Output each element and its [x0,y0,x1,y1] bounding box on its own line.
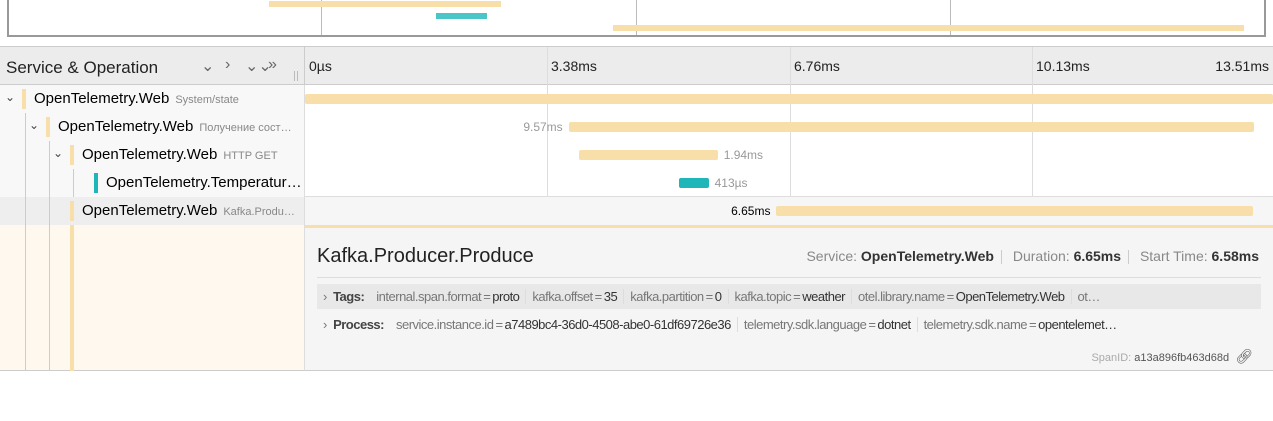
chevron-right-icon: › [323,317,334,332]
span-row[interactable]: ⌄ OpenTelemetry.Web HTTP GET 1.94ms [0,141,1273,169]
detail-indent-area [0,225,305,371]
chevron-down-icon[interactable]: ⌄ [53,146,63,160]
minimap-span-bar [436,13,488,19]
span-duration-label: 413µs [714,176,748,190]
service-color-bar [46,117,50,137]
tick-label: 3.38ms [551,58,597,74]
collapse-one-icon[interactable]: ⌄ [201,56,214,76]
column-resize-handle[interactable] [294,71,298,81]
tick-label: 0µs [309,58,332,74]
kv-pair: ot… [1077,289,1101,304]
column-title: Service & Operation [6,58,159,77]
span-name[interactable]: OpenTelemetry.Temperatur… [106,174,308,191]
minimap-span-bar [612,25,1244,31]
expand-all-icon[interactable]: » [268,56,277,74]
operation-name: Получение сост… [199,122,292,134]
kv-pair: telemetry.sdk.language = dotnet [737,317,918,332]
service-color-bar [70,201,74,221]
service-color-bar [70,145,74,165]
span-bar[interactable] [568,122,1255,132]
chevron-right-icon: › [323,289,334,304]
trace-minimap[interactable] [7,0,1266,37]
process-section[interactable]: › Process: service.instance.id = a7489bc4-3… [317,312,1261,337]
span-row[interactable]: OpenTelemetry.Web Kafka.Produ… 6.65ms [0,197,1273,225]
link-icon[interactable]: 🔗︎ [1235,348,1253,364]
span-name[interactable]: OpenTelemetry.Web System/state [34,90,239,107]
minimap-span-bar [269,1,502,7]
span-name[interactable]: OpenTelemetry.Web Получение сост… [58,118,292,135]
chevron-down-icon[interactable]: ⌄ [5,90,15,104]
span-row[interactable]: OpenTelemetry.Temperatur… 413µs [0,169,1273,197]
tick-label: 10.13ms [1036,58,1090,74]
span-bar[interactable] [776,206,1253,216]
tags-section[interactable]: › Tags: internal.span.format = proto kafka.o… [317,284,1261,309]
span-bar[interactable] [578,150,718,160]
span-row[interactable]: ⌄ OpenTelemetry.Web Получение сост… 9.57ms [0,113,1273,141]
service-color-bar [94,173,98,193]
span-duration-label: 1.94ms [723,148,764,162]
expand-one-icon[interactable]: › [225,56,230,74]
service-color-bar [22,89,26,109]
kv-pair: kafka.offset = 35 [526,289,625,304]
timeline-header: Service & Operation ⌄ › ⌄⌄ » 0µs 3.38ms … [0,46,1273,85]
kv-pair: kafka.partition = 0 [624,289,729,304]
span-detail-panel: Kafka.Producer.Produce Service: OpenTele… [305,225,1273,371]
span-row[interactable]: ⌄ OpenTelemetry.Web System/state [0,85,1273,113]
span-name[interactable]: OpenTelemetry.Web Kafka.Produ… [82,202,295,219]
kv-pair: otel.library.name = OpenTelemetry.Web [852,289,1072,304]
kv-pair: service.instance.id = a7489bc4-36d0-4508-a… [389,317,738,332]
tick-label: 13.51ms [1215,58,1269,74]
span-id: SpanID: a13a896fb463d68d 🔗︎ [1091,348,1253,364]
kv-pair: kafka.topic = weather [728,289,852,304]
operation-name: HTTP GET [223,150,278,162]
tick-label: 6.76ms [794,58,840,74]
span-duration-label: 6.65ms [731,204,771,218]
operation-name: Kafka.Produ… [223,206,295,218]
kv-pair: telemetry.sdk.name = opentelemet… [923,317,1118,332]
span-title: Kafka.Producer.Produce [317,245,534,267]
span-name[interactable]: OpenTelemetry.Web HTTP GET [82,146,278,163]
span-meta: Service: OpenTelemetry.Web Duration: 6.6… [806,248,1259,265]
span-bar[interactable] [679,178,709,188]
chevron-down-icon[interactable]: ⌄ [29,118,39,132]
span-bar[interactable] [305,94,1273,104]
span-duration-label: 9.57ms [523,120,563,134]
kv-pair: internal.span.format = proto [370,289,527,304]
operation-name: System/state [175,94,239,106]
